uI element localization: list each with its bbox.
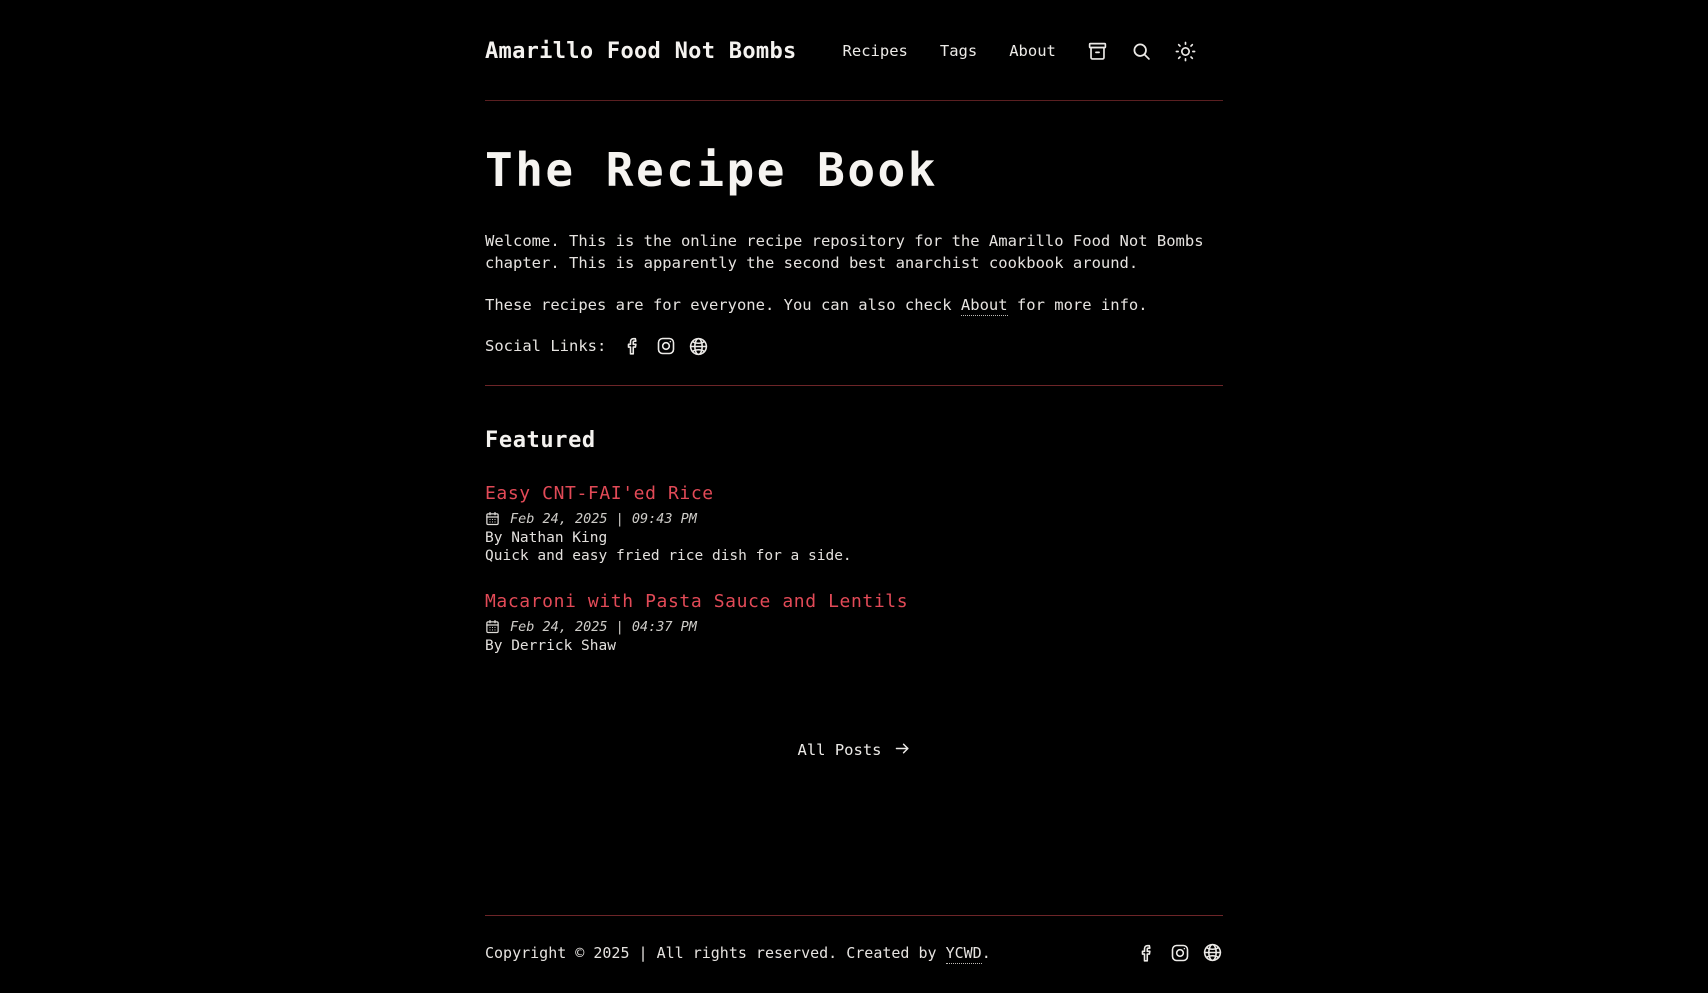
social-links-row: Social Links: (485, 336, 1223, 357)
post-author: By Nathan King (485, 529, 608, 546)
about-inline-link[interactable]: About (960, 295, 1008, 316)
social-links-label: Social Links: (485, 337, 607, 356)
instagram-icon[interactable] (1169, 942, 1190, 963)
archive-icon[interactable] (1086, 39, 1110, 63)
instagram-icon[interactable] (655, 336, 676, 357)
copyright-text: Copyright © 2025 | All rights reserved. … (485, 943, 991, 964)
post-date: Feb 24, 2025 | 09:43 PM (510, 510, 697, 527)
nav-link-about[interactable]: About (993, 38, 1072, 64)
post-title-link[interactable]: Macaroni with Pasta Sauce and Lentils (485, 591, 1223, 612)
facebook-icon[interactable] (622, 336, 643, 357)
sun-icon[interactable] (1174, 39, 1198, 63)
search-icon[interactable] (1130, 39, 1154, 63)
website-icon[interactable] (1202, 942, 1223, 963)
nav-link-tags[interactable]: Tags (924, 38, 993, 64)
all-posts-container: All Posts (485, 740, 1223, 761)
featured-section: Featured Easy CNT-FAI'ed Rice Feb 24, 20… (485, 386, 1223, 761)
site-header: Amarillo Food Not Bombs Recipes Tags Abo… (485, 28, 1223, 74)
hero-p2-before: These recipes are for everyone. You can … (485, 295, 961, 314)
all-posts-label: All Posts (797, 741, 882, 760)
page-title: The Recipe Book (485, 143, 938, 197)
facebook-icon[interactable] (1136, 942, 1157, 963)
calendar-icon (485, 511, 500, 526)
hero-p2-after: for more info. (1007, 295, 1148, 314)
arrow-right-icon (894, 740, 911, 761)
all-posts-link[interactable]: All Posts (798, 740, 911, 761)
featured-post: Easy CNT-FAI'ed Rice Feb 24, 2025 | 09:4… (485, 483, 1223, 564)
content-container: Amarillo Food Not Bombs Recipes Tags Abo… (485, 0, 1223, 761)
footer-social-group (1136, 942, 1223, 963)
calendar-icon (485, 619, 500, 634)
ycwd-link[interactable]: YCWD (945, 943, 982, 964)
copyright-before: Copyright © 2025 | All rights reserved. … (485, 943, 946, 962)
post-date: Feb 24, 2025 | 04:37 PM (510, 618, 697, 635)
website-icon[interactable] (688, 336, 709, 357)
site-footer: Copyright © 2025 | All rights reserved. … (485, 915, 1223, 993)
main-nav: Recipes Tags About (827, 38, 1072, 64)
header-icon-group (1086, 39, 1198, 63)
post-title-link[interactable]: Easy CNT-FAI'ed Rice (485, 483, 1223, 504)
hero-section: The Recipe Book Welcome. This is the onl… (485, 101, 1223, 386)
hero-paragraph-1: Welcome. This is the online recipe repos… (485, 231, 1204, 272)
social-icon-group (622, 336, 709, 357)
footer-inner: Copyright © 2025 | All rights reserved. … (485, 916, 1223, 993)
post-meta: Feb 24, 2025 | 09:43 PM (485, 511, 1223, 527)
post-meta: Feb 24, 2025 | 04:37 PM (485, 619, 1223, 635)
nav-link-recipes[interactable]: Recipes (827, 38, 924, 64)
featured-post: Macaroni with Pasta Sauce and Lentils Fe… (485, 591, 1223, 654)
post-description: Quick and easy fried rice dish for a sid… (485, 547, 852, 564)
hero-paragraph-2: These recipes are for everyone. You can … (485, 294, 1223, 316)
site-brand[interactable]: Amarillo Food Not Bombs (485, 39, 797, 64)
post-author: By Derrick Shaw (485, 637, 616, 654)
copyright-after: . (981, 943, 991, 962)
featured-heading: Featured (485, 427, 596, 453)
page-root: Amarillo Food Not Bombs Recipes Tags Abo… (0, 0, 1708, 993)
